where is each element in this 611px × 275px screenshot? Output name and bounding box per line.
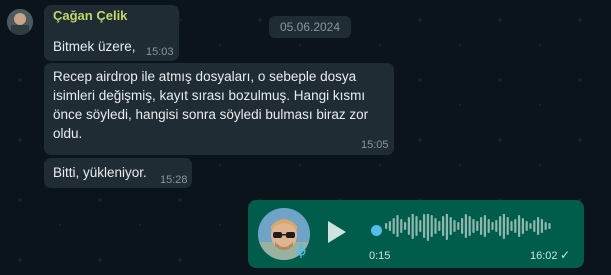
waveform-bar xyxy=(502,214,505,239)
waveform-bar xyxy=(415,216,418,236)
waveform-bar xyxy=(404,222,407,230)
waveform-bar xyxy=(529,223,532,229)
waveform-bar xyxy=(472,219,475,233)
waveform-bar xyxy=(544,222,547,230)
sender-avatar[interactable] xyxy=(7,9,33,35)
voice-elapsed-time: 0:15 xyxy=(369,250,391,262)
waveform-bar xyxy=(476,221,479,231)
waveform-bar xyxy=(423,214,426,238)
waveform-bar xyxy=(495,220,498,232)
waveform-bar xyxy=(457,222,460,230)
waveform-bar xyxy=(548,223,551,229)
message-line: Recep airdrop ile atmış dosyaları, o seb… xyxy=(53,69,357,84)
waveform-bar xyxy=(419,220,422,232)
check-icon: ✓ xyxy=(560,248,571,262)
message-text: Bitti, yükleniyor. xyxy=(53,165,147,180)
voice-message-time: 16:02 xyxy=(530,250,558,262)
waveform-bar xyxy=(537,217,540,235)
waveform-bar xyxy=(411,214,414,239)
microphone-icon xyxy=(296,244,306,261)
waveform-bar xyxy=(442,216,445,236)
waveform-bar xyxy=(396,215,399,237)
message-line: oldu. xyxy=(53,126,83,141)
message-time: 15:28 xyxy=(160,174,188,186)
waveform[interactable] xyxy=(385,214,555,248)
message-line: önce söyledi, hangisi sonra söyledi bulm… xyxy=(53,107,369,122)
message-time: 15:05 xyxy=(361,139,389,151)
waveform-bar xyxy=(491,222,494,230)
message-time: 15:03 xyxy=(146,46,174,58)
voice-message-bubble[interactable]: 0:15 16:02 ✓ xyxy=(248,200,584,268)
waveform-bar xyxy=(468,216,471,236)
waveform-bar xyxy=(510,221,513,231)
waveform-bar xyxy=(426,214,429,241)
waveform-bar xyxy=(385,223,388,229)
waveform-bar xyxy=(506,217,509,235)
waveform-bar xyxy=(449,217,452,235)
message-bubble-2[interactable]: Recep airdrop ile atmış dosyaları, o seb… xyxy=(44,63,394,155)
waveform-bar xyxy=(438,221,441,231)
waveform-bar xyxy=(445,214,448,240)
waveform-bar xyxy=(392,218,395,234)
date-chip: 05.06.2024 xyxy=(269,16,351,38)
waveform-bar xyxy=(434,218,437,234)
sender-name[interactable]: Çağan Çelik xyxy=(53,7,170,24)
message-bubble-3[interactable]: Bitti, yükleniyor. 15:28 xyxy=(44,158,192,188)
waveform-bar xyxy=(388,221,391,231)
waveform-bar xyxy=(461,218,464,234)
waveform-bar xyxy=(480,217,483,235)
waveform-bar xyxy=(525,221,528,231)
waveform-bar xyxy=(521,218,524,234)
waveform-bar xyxy=(430,215,433,237)
waveform-bar xyxy=(540,219,543,233)
waveform-bar xyxy=(499,216,502,236)
waveform-bar xyxy=(407,217,410,235)
waveform-bar xyxy=(518,215,521,237)
waveform-bar xyxy=(533,220,536,232)
message-text: Bitmek üzere, xyxy=(53,39,136,54)
waveform-bar xyxy=(464,214,467,238)
waveform-bar xyxy=(400,219,403,233)
play-icon[interactable] xyxy=(326,220,348,249)
message-line: isimleri değişmiş, kayıt sırası bozulmuş… xyxy=(53,88,366,103)
waveform-bar xyxy=(453,220,456,232)
waveform-bar xyxy=(514,219,517,233)
message-bubble-1[interactable]: Çağan Çelik Bitmek üzere, 15:03 xyxy=(44,5,179,61)
playback-position-handle[interactable] xyxy=(371,225,382,236)
waveform-bar xyxy=(483,215,486,237)
waveform-bar xyxy=(487,219,490,233)
